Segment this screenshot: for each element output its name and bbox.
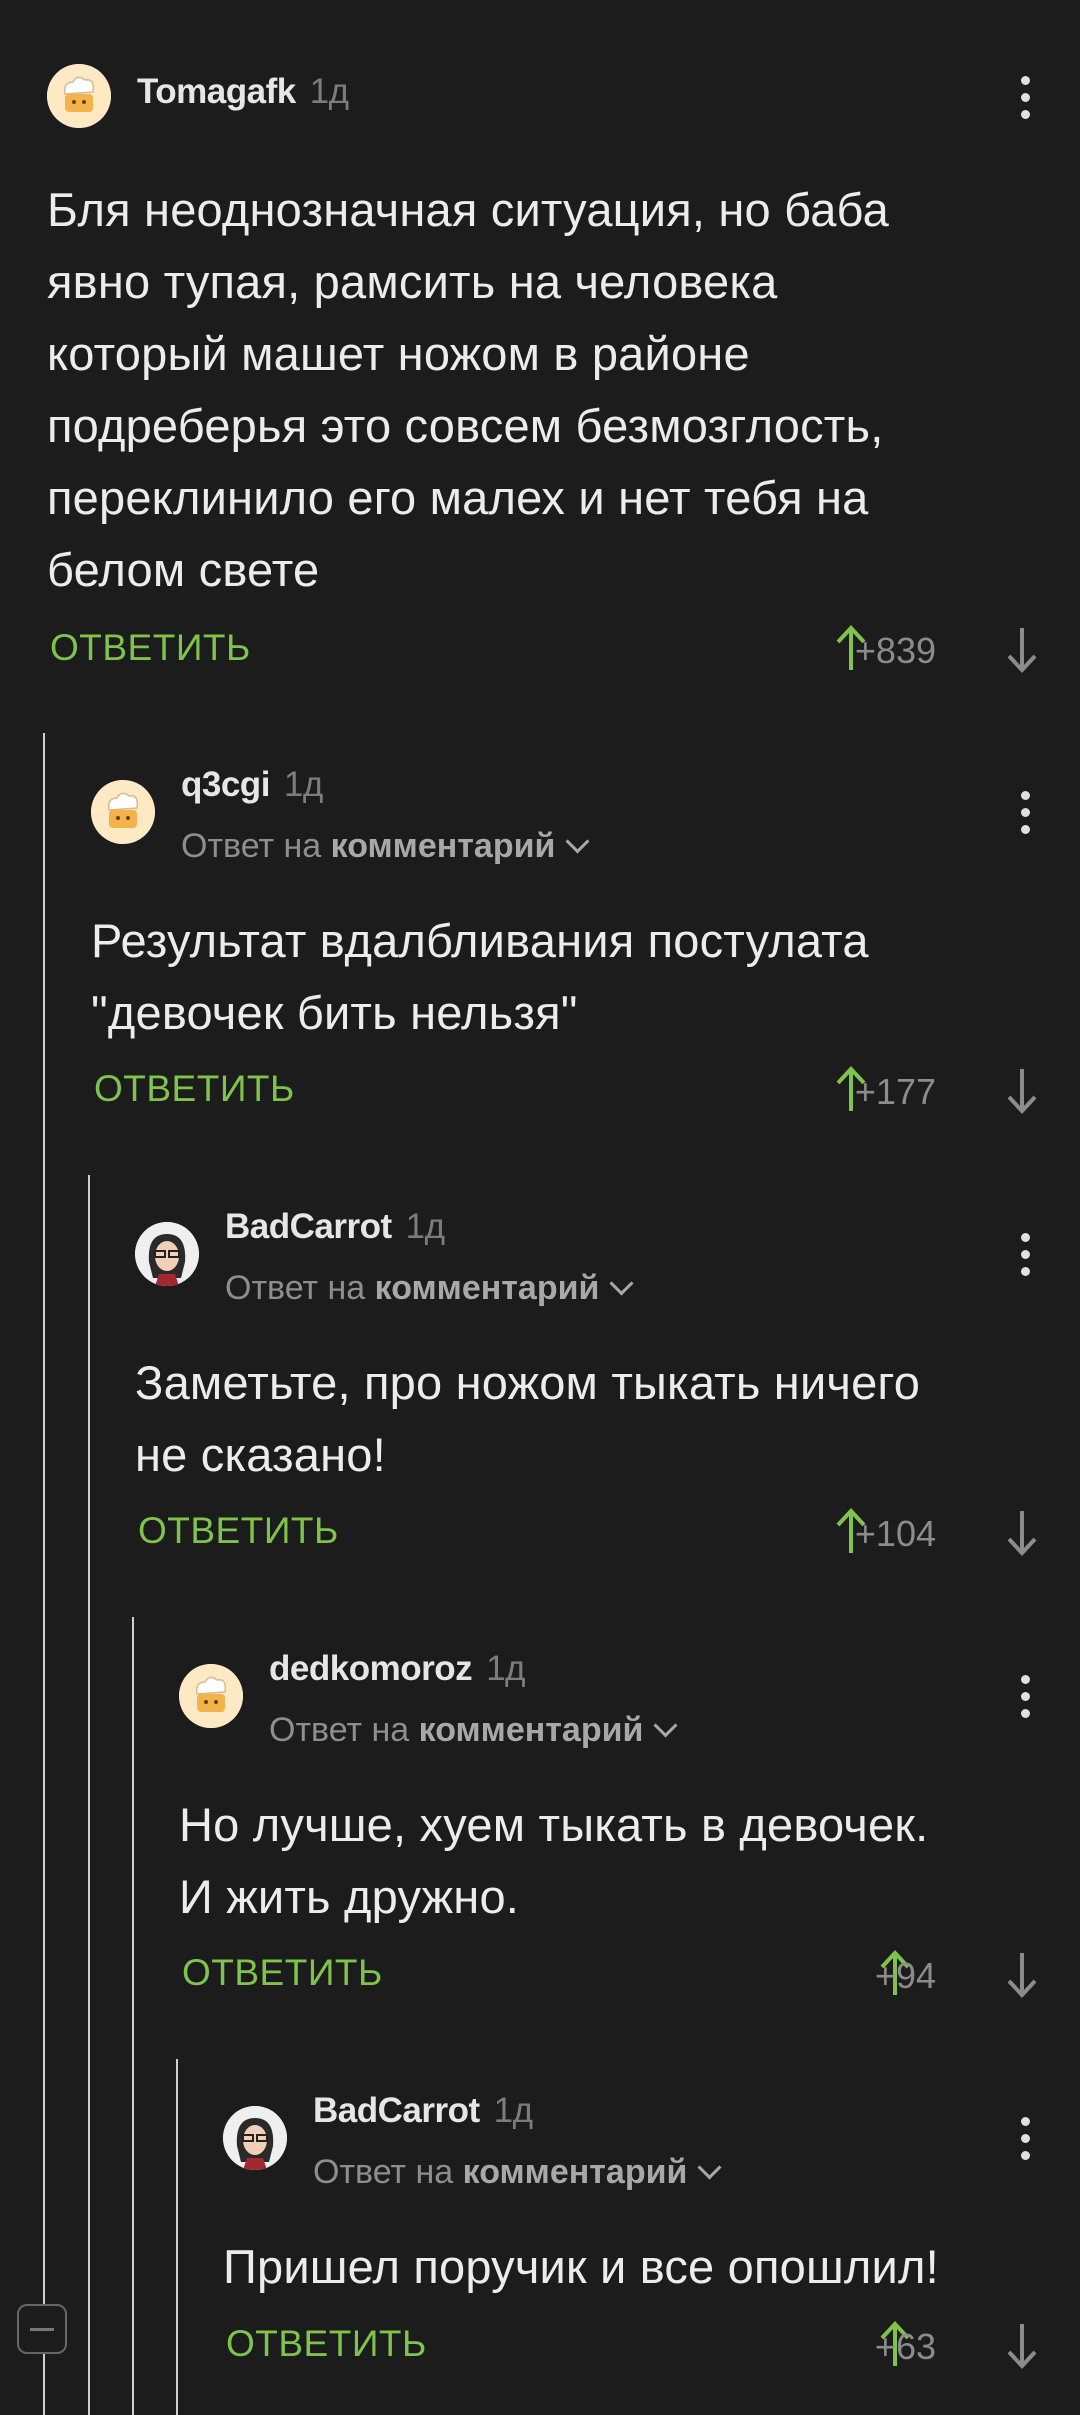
comment-time: 1д [283,765,323,804]
face-avatar[interactable] [223,2106,287,2170]
comment-dedkomoroz: dedkomoroz 1д Ответ на комментарий Но луч… [179,1649,1080,2009]
downvote-arrow-icon[interactable] [1004,1065,1040,1115]
downvote-arrow-icon[interactable] [1004,1507,1040,1557]
comment-header: BadCarrot 1д Ответ на комментарий [135,1207,1080,1307]
comment-time: 1д [493,2091,533,2130]
vote-score: +177 [854,1071,936,1112]
reply-to-link[interactable]: Ответ на комментарий [225,1269,634,1308]
comment-tomagafk: Tomagafk 1д Бля неоднозначная ситуация, н… [47,62,1080,692]
reply-to-link[interactable]: Ответ на комментарий [269,1711,678,1750]
comment-badcarrot-2: BadCarrot 1д Ответ на комментарий Пришел … [223,2091,1080,2415]
face-avatar[interactable] [135,1222,199,1286]
author-name[interactable]: q3cgi 1д [181,765,323,805]
more-options-icon[interactable] [1020,1233,1030,1281]
chevron-down-icon[interactable] [653,1713,678,1738]
vote-score: +104 [854,1513,936,1554]
chevron-down-icon[interactable] [697,2155,722,2180]
comment-header: Tomagafk 1д [47,62,1080,134]
minus-icon [30,2328,54,2331]
more-options-icon[interactable] [1020,76,1030,124]
vote-block: +63 [800,2320,1040,2370]
chef-avatar[interactable] [179,1664,243,1728]
vote-block: +839 [800,624,1040,674]
chevron-down-icon[interactable] [609,1271,634,1296]
author-name[interactable]: Tomagafk 1д [137,72,349,112]
more-options-icon[interactable] [1020,2117,1030,2165]
thread-line-level-2[interactable] [88,1175,90,2415]
comment-text: Бля неоднозначная ситуация, но баба явно… [47,183,889,596]
more-options-icon[interactable] [1020,1675,1030,1723]
reply-button[interactable]: ОТВЕТИТЬ [94,1068,295,1110]
reply-to-link[interactable]: Ответ на комментарий [313,2153,722,2192]
chevron-down-icon[interactable] [565,829,590,854]
comment-text: Пришел поручик и все опошлил! [223,2240,939,2293]
comment-text: Заметьте, про ножом тыкать ничего не ска… [135,1356,921,1481]
reply-button[interactable]: ОТВЕТИТЬ [182,1952,383,1994]
vote-block: +177 [800,1065,1040,1115]
downvote-arrow-icon[interactable] [1004,624,1040,674]
comment-q3cgi: q3cgi 1д Ответ на комментарий Результат в… [91,765,1080,1125]
author-name[interactable]: dedkomoroz 1д [269,1649,525,1689]
comment-time: 1д [405,1207,445,1246]
vote-block: +94 [800,1949,1040,1999]
comment-text: Результат вдалбливания постулата "девоче… [91,914,869,1039]
more-options-icon[interactable] [1020,791,1030,839]
comment-time: 1д [486,1649,525,1688]
comment-time: 1д [309,72,349,111]
reply-button[interactable]: ОТВЕТИТЬ [138,1510,339,1552]
vote-score: +839 [854,630,936,671]
comment-header: BadCarrot 1д Ответ на комментарий [223,2091,1080,2191]
vote-score: +94 [874,1955,936,1996]
comment-badcarrot: BadCarrot 1д Ответ на комментарий Заметьт… [135,1207,1080,1567]
vote-block: +104 [800,1507,1040,1557]
author-name[interactable]: BadCarrot 1д [313,2091,533,2131]
thread-line-level-4[interactable] [176,2059,178,2415]
comment-header: q3cgi 1д Ответ на комментарий [91,765,1080,865]
reply-to-link[interactable]: Ответ на комментарий [181,827,590,866]
chef-avatar[interactable] [47,64,111,128]
author-name[interactable]: BadCarrot 1д [225,1207,445,1247]
collapse-thread-button[interactable] [17,2304,67,2354]
comment-text: Но лучше, хуем тыкать в девочек. И жить … [179,1798,929,1923]
downvote-arrow-icon[interactable] [1004,1949,1040,1999]
comment-header: dedkomoroz 1д Ответ на комментарий [179,1649,1080,1749]
thread-line-level-1[interactable] [43,733,45,2415]
downvote-arrow-icon[interactable] [1004,2320,1040,2370]
reply-button[interactable]: ОТВЕТИТЬ [226,2323,427,2365]
thread-line-level-3[interactable] [132,1617,134,2415]
reply-button[interactable]: ОТВЕТИТЬ [50,627,251,669]
vote-score: +63 [874,2326,936,2367]
chef-avatar[interactable] [91,780,155,844]
